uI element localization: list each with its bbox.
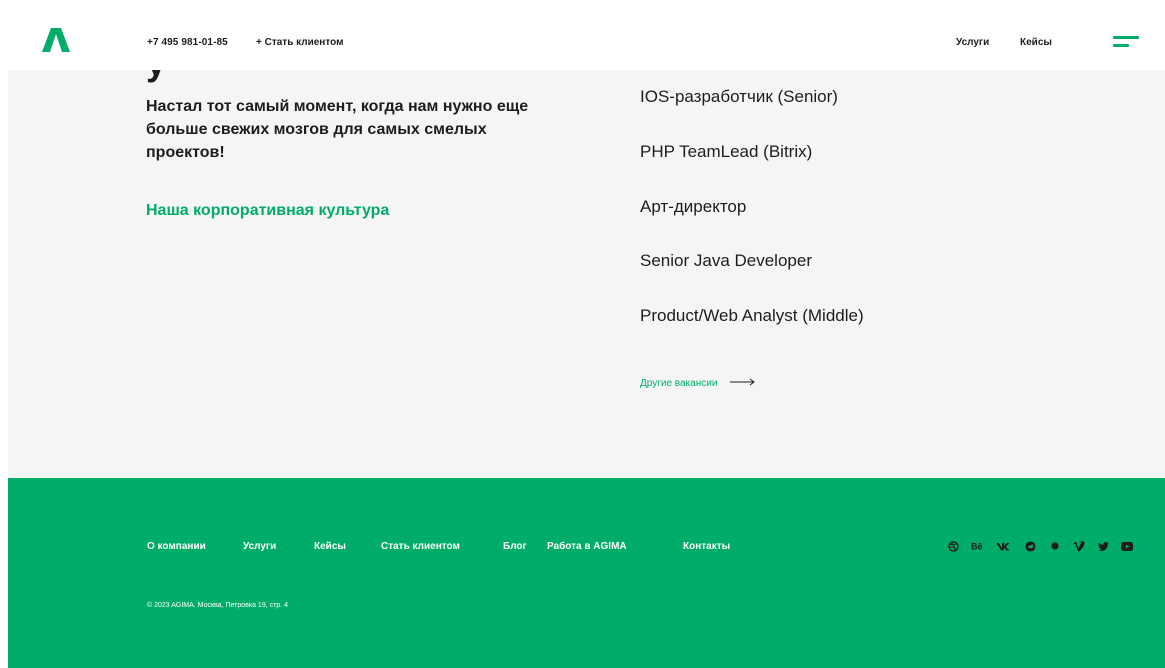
arrow-right-icon xyxy=(730,378,756,389)
footer-link-cases[interactable]: Кейсы xyxy=(314,541,346,552)
careers-intro: Настал тот самый момент, когда нам нужно… xyxy=(146,98,529,161)
vimeo-icon[interactable] xyxy=(1072,539,1086,553)
careers-section: у Настал тот самый момент, когда нам нуж… xyxy=(8,70,1165,478)
behance-icon[interactable]: Bē xyxy=(971,539,985,553)
other-vacancies-label: Другие вакансии xyxy=(640,378,718,390)
agima-logo-icon[interactable] xyxy=(42,28,70,52)
telegram-icon[interactable] xyxy=(1023,539,1037,553)
burger-menu-icon[interactable] xyxy=(1113,36,1139,50)
copyright: © 2023 AGIMA. Москва, Петровка 19, стр. … xyxy=(147,602,288,609)
vacancy-item[interactable]: Арт-директор xyxy=(640,197,746,217)
site-header: +7 495 981-01-85 + Стать клиентом Услуги… xyxy=(0,0,1165,70)
footer-link-about[interactable]: О компании xyxy=(147,541,206,552)
become-client-link[interactable]: + Стать клиентом xyxy=(256,37,344,48)
footer-link-careers[interactable]: Работа в AGIMA xyxy=(547,541,627,552)
vacancy-item[interactable]: IOS-разработчик (Senior) xyxy=(640,87,838,107)
nav-services[interactable]: Услуги xyxy=(956,37,989,48)
footer-link-contacts[interactable]: Контакты xyxy=(683,541,730,552)
medium-icon[interactable] xyxy=(1048,539,1062,553)
vacancy-item[interactable]: Senior Java Developer xyxy=(640,251,812,271)
corporate-culture-link[interactable]: Наша корпоративная культура xyxy=(146,202,389,220)
dribbble-icon[interactable] xyxy=(946,539,960,553)
vk-icon[interactable] xyxy=(996,539,1010,553)
nav-cases[interactable]: Кейсы xyxy=(1020,37,1052,48)
other-vacancies-link[interactable]: Другие вакансии xyxy=(640,378,756,389)
vacancy-item[interactable]: PHP TeamLead (Bitrix) xyxy=(640,142,812,162)
twitter-icon[interactable] xyxy=(1096,539,1110,553)
section-heading-clipped: у xyxy=(146,70,166,84)
svg-text:Bē: Bē xyxy=(971,542,983,552)
site-footer: О компании Услуги Кейсы Стать клиентом Б… xyxy=(8,478,1165,668)
footer-link-become-client[interactable]: Стать клиентом xyxy=(381,541,460,552)
footer-link-blog[interactable]: Блог xyxy=(503,541,527,552)
footer-link-services[interactable]: Услуги xyxy=(243,541,276,552)
vacancy-item[interactable]: Product/Web Analyst (Middle) xyxy=(640,306,864,326)
youtube-icon[interactable] xyxy=(1120,539,1134,553)
phone-link[interactable]: +7 495 981-01-85 xyxy=(147,37,228,48)
